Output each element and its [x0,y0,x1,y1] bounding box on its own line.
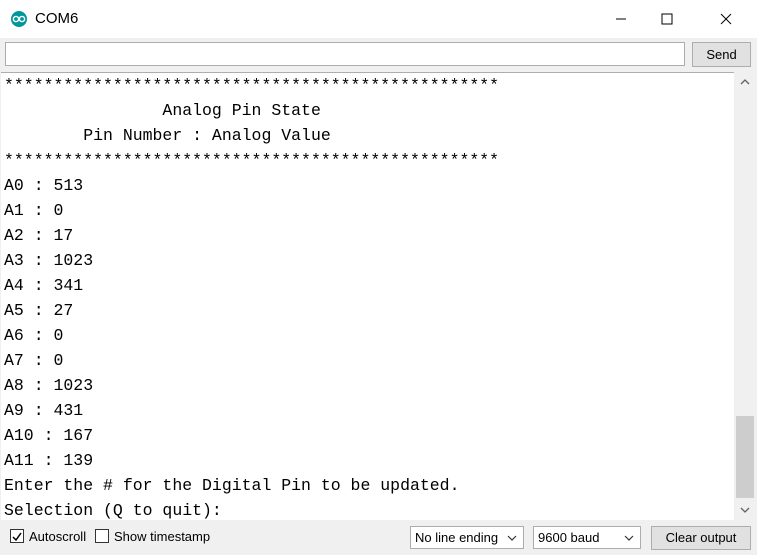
vertical-scrollbar[interactable] [734,72,756,520]
serial-output-line: A4 : 341 [4,276,84,295]
serial-output-line: Pin Number : Analog Value [4,126,331,145]
send-button[interactable]: Send [692,42,751,67]
serial-output-line: Selection (Q to quit): [4,501,222,520]
scroll-thumb[interactable] [736,416,754,498]
chevron-down-icon [624,535,634,541]
baud-rate-select[interactable]: 9600 baud [533,526,641,549]
show-timestamp-checkbox[interactable] [95,529,109,543]
close-button[interactable] [703,0,749,38]
checkmark-icon [12,532,22,542]
chevron-down-icon [507,535,517,541]
chevron-up-icon [740,79,750,85]
send-bar: Send [0,38,757,72]
serial-output-line: A8 : 1023 [4,376,94,395]
minimize-icon [616,18,626,20]
scroll-down-button[interactable] [734,500,756,520]
window-title: COM6 [35,10,79,27]
serial-output-line: ****************************************… [4,76,500,95]
arduino-logo-icon [11,11,27,27]
serial-output-line: A6 : 0 [4,326,64,345]
serial-output-line: Enter the # for the Digital Pin to be up… [4,476,460,495]
clear-output-button[interactable]: Clear output [651,526,751,550]
autoscroll-checkbox[interactable] [10,529,24,543]
serial-output-line: Analog Pin State [4,101,321,120]
serial-output-line: A0 : 513 [4,176,84,195]
close-icon [720,13,732,25]
serial-output-line: A9 : 431 [4,401,84,420]
chevron-down-icon [740,507,750,513]
serial-output-line: A3 : 1023 [4,251,94,270]
serial-output-line: A2 : 17 [4,226,74,245]
scroll-up-button[interactable] [734,72,756,92]
serial-output-line: ****************************************… [4,151,500,170]
serial-output-line: A1 : 0 [4,201,64,220]
serial-output-line: A11 : 139 [4,451,94,470]
maximize-icon [661,13,673,25]
line-ending-value: No line ending [415,530,499,545]
line-ending-select[interactable]: No line ending [410,526,524,549]
serial-send-input[interactable] [5,42,685,66]
serial-output-text: ****************************************… [1,73,734,521]
serial-output-line: A5 : 27 [4,301,74,320]
serial-output-line: A7 : 0 [4,351,64,370]
serial-output[interactable]: ****************************************… [1,72,734,521]
minimize-button[interactable] [598,0,644,38]
show-timestamp-label: Show timestamp [114,529,211,544]
autoscroll-label: Autoscroll [29,529,87,544]
maximize-button[interactable] [644,0,690,38]
title-bar: COM6 [0,0,757,38]
bottom-toolbar: Autoscroll Show timestamp No line ending… [0,520,757,555]
baud-rate-value: 9600 baud [538,530,600,545]
serial-output-line: A10 : 167 [4,426,94,445]
